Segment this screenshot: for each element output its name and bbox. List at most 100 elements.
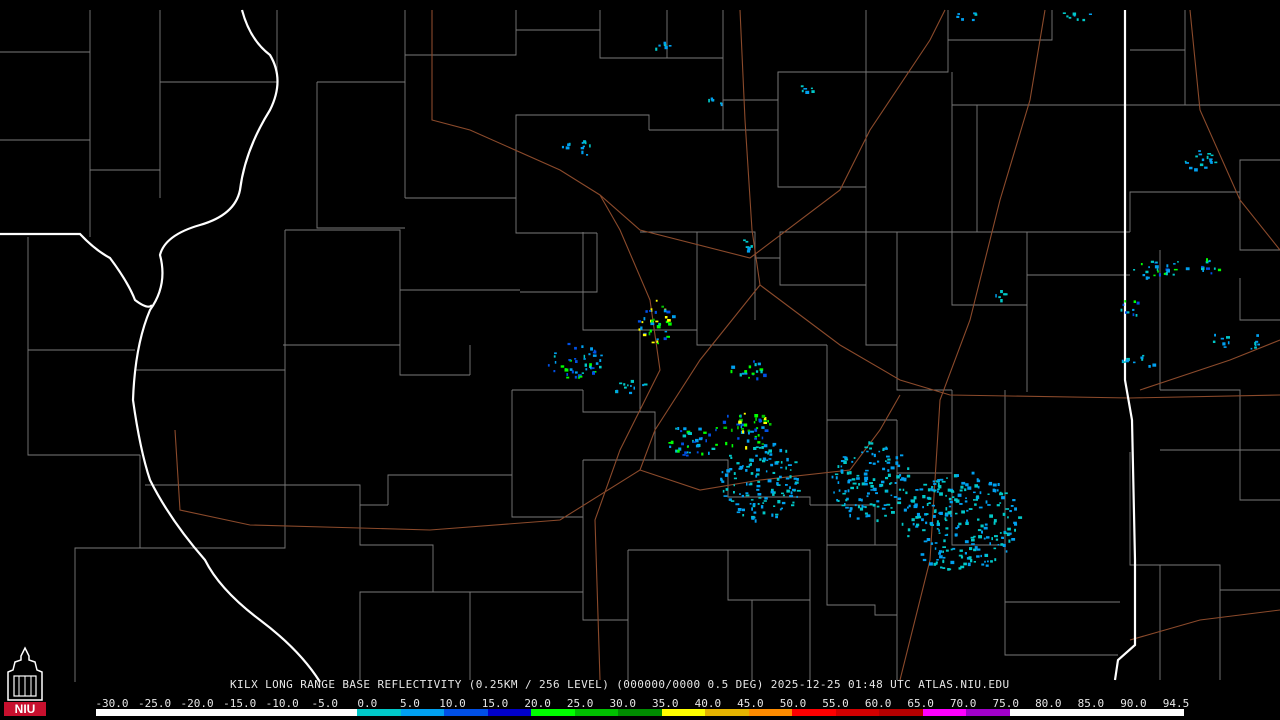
- echo-pixel: [724, 473, 729, 477]
- echo-pixel: [746, 482, 748, 486]
- colorbar-segment: [966, 709, 1010, 716]
- echo-pixel: [858, 483, 861, 486]
- echo-pixel: [754, 428, 758, 432]
- echo-pixel: [967, 486, 972, 490]
- echo-pixel: [885, 476, 889, 480]
- echo-pixel: [991, 537, 993, 541]
- echo-pixel: [650, 320, 654, 323]
- echo-pixel: [661, 305, 664, 308]
- echo-pixel: [760, 505, 764, 509]
- echo-pixel: [769, 423, 772, 426]
- niu-tower-logo-icon[interactable]: NIU: [4, 646, 46, 716]
- echo-pixel: [933, 510, 937, 513]
- echo-pixel: [979, 491, 982, 495]
- echo-pixel: [569, 368, 573, 371]
- echo-pixel: [633, 386, 635, 390]
- echo-pixel: [757, 441, 761, 444]
- echo-pixel: [923, 483, 928, 486]
- echo-pixel: [886, 503, 891, 506]
- echo-pixel: [745, 446, 748, 450]
- colorbar-segment: [270, 709, 314, 716]
- echo-pixel: [682, 434, 687, 438]
- echo-pixel: [731, 365, 736, 369]
- echo-pixel: [987, 493, 990, 495]
- echo-pixel: [568, 359, 571, 361]
- echo-pixel: [741, 508, 745, 512]
- echo-pixel: [885, 460, 887, 462]
- echo-pixel: [995, 294, 997, 298]
- echo-pixel: [945, 519, 948, 522]
- echo-pixel: [759, 458, 762, 461]
- echo-pixel: [967, 562, 971, 567]
- echo-pixel: [768, 458, 772, 460]
- reflectivity-scale-labels: -30.0 -25.0 -20.0 -15.0 -10.0 -5.0 0.0 5.0 10.0 1…: [0, 697, 1280, 710]
- echo-pixel: [658, 44, 661, 47]
- echo-pixel: [553, 370, 556, 373]
- echo-pixel: [955, 534, 957, 537]
- echo-pixel: [1201, 265, 1204, 268]
- echo-pixel: [741, 372, 745, 375]
- echo-pixel: [794, 461, 798, 464]
- echo-pixel: [810, 87, 813, 90]
- echo-pixel: [920, 553, 925, 556]
- echo-pixel: [1010, 505, 1014, 507]
- echo-pixel: [908, 504, 911, 508]
- echo-pixel: [760, 370, 763, 374]
- echo-pixel: [775, 515, 778, 519]
- echo-pixel: [782, 494, 785, 497]
- echo-pixel: [866, 495, 869, 498]
- echo-pixel: [1088, 13, 1092, 15]
- echo-pixel: [1007, 516, 1009, 519]
- echo-pixel: [1257, 343, 1260, 346]
- echo-pixel: [744, 370, 748, 373]
- echo-pixel: [887, 458, 891, 461]
- echo-pixel: [884, 514, 887, 517]
- echo-pixel: [735, 503, 740, 506]
- echo-pixel: [946, 513, 949, 516]
- echo-pixel: [645, 310, 648, 313]
- echo-pixel: [990, 560, 993, 563]
- echo-pixel: [881, 507, 886, 510]
- echo-pixel: [903, 477, 907, 480]
- echo-pixel: [1250, 347, 1253, 350]
- echo-pixel: [864, 446, 869, 449]
- echo-pixel: [755, 454, 758, 457]
- echo-pixel: [1185, 162, 1189, 164]
- echo-pixel: [742, 430, 744, 434]
- echo-pixel: [664, 45, 668, 50]
- echo-pixel: [754, 519, 757, 523]
- echo-pixel: [743, 423, 748, 427]
- echo-pixel: [763, 422, 767, 424]
- echo-pixel: [1206, 267, 1210, 270]
- echo-pixel: [984, 523, 988, 526]
- echo-pixel: [844, 490, 847, 493]
- echo-pixel: [727, 414, 729, 418]
- echo-pixel: [868, 441, 871, 445]
- echo-pixel: [931, 504, 935, 507]
- echo-pixel: [959, 503, 963, 505]
- echo-pixel: [853, 457, 856, 459]
- echo-pixel: [725, 488, 729, 491]
- echo-pixel: [864, 512, 868, 515]
- echo-pixel: [1008, 532, 1012, 535]
- echo-pixel: [746, 465, 750, 468]
- echo-pixel: [1254, 341, 1256, 346]
- echo-pixel: [1124, 311, 1128, 314]
- echo-pixel: [949, 500, 953, 504]
- echo-pixel: [840, 465, 843, 468]
- echo-pixel: [869, 482, 873, 485]
- echo-pixel: [749, 503, 752, 505]
- colorbar-segment: [574, 709, 619, 716]
- echo-pixel: [770, 490, 774, 494]
- echo-pixel: [897, 501, 902, 505]
- echo-pixel: [998, 296, 1001, 299]
- echo-pixel: [599, 365, 602, 369]
- echo-pixel: [757, 434, 760, 437]
- echo-pixel: [1133, 361, 1136, 364]
- echo-pixel: [868, 462, 872, 464]
- echo-pixel: [977, 485, 980, 489]
- echo-pixel: [776, 477, 780, 481]
- echo-pixel: [683, 427, 687, 431]
- echo-pixel: [750, 499, 754, 501]
- echo-pixel: [586, 154, 589, 156]
